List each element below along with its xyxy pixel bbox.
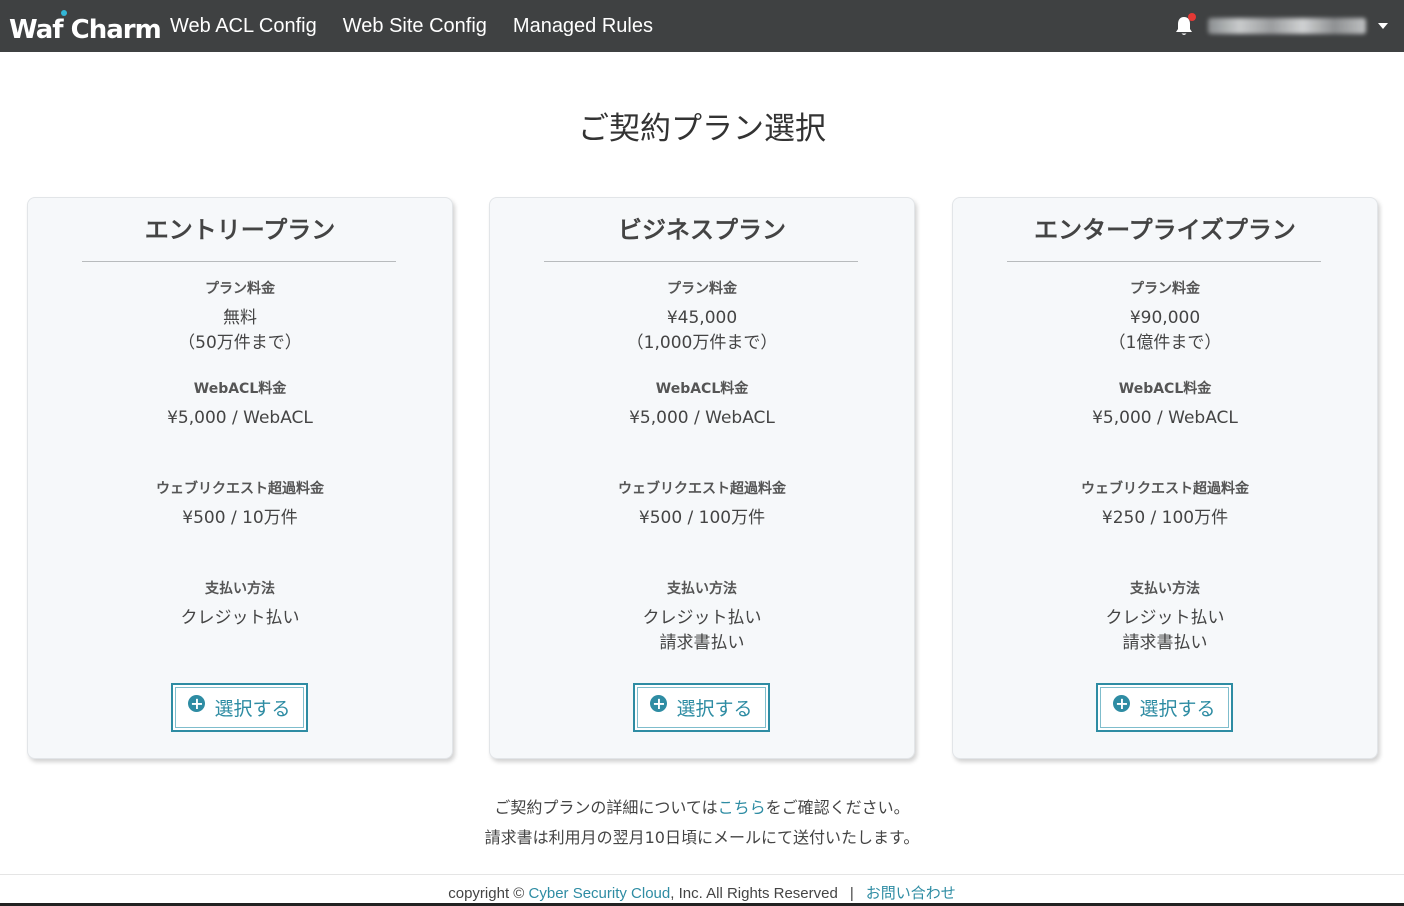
- footer-separator: |: [849, 885, 854, 902]
- brand-logo-dot: [61, 10, 67, 16]
- overage-label: ウェブリクエスト超過料金: [1081, 481, 1249, 497]
- divider: [544, 261, 858, 262]
- price-value: ¥90,000: [1129, 308, 1201, 328]
- overage-value: ¥500 / 100万件: [638, 508, 766, 528]
- plus-circle-icon: +: [188, 694, 206, 713]
- price-label: プラン料金: [205, 281, 275, 297]
- select-button-label: 選択する: [676, 698, 753, 720]
- webacl-value: ¥5,000 / WebACL: [629, 408, 775, 428]
- select-button-label: 選択する: [214, 698, 291, 720]
- brand-logo[interactable]: Waf Charm: [9, 10, 162, 47]
- plus-circle-icon: +: [1113, 694, 1131, 713]
- footer-divider: [0, 874, 1404, 875]
- webacl-label: WebACL料金: [193, 381, 287, 397]
- note-text-before: ご契約プランの詳細については: [494, 798, 718, 817]
- footer: copyright © Cyber Security Cloud, Inc. A…: [0, 882, 1404, 903]
- plan-card-business: ビジネスプラン プラン料金 ¥45,000 （1,000万件まで） WebACL…: [489, 197, 915, 759]
- select-plan-button[interactable]: + 選択する: [633, 683, 770, 732]
- rights-text: , Inc. All Rights Reserved: [670, 885, 838, 902]
- user-name-blurred[interactable]: [1208, 18, 1366, 34]
- overage-label: ウェブリクエスト超過料金: [156, 481, 324, 497]
- price-value: ¥45,000: [666, 308, 738, 328]
- plan-card-enterprise: エンタープライズプラン プラン料金 ¥90,000 （1億件まで） WebACL…: [952, 197, 1378, 759]
- top-navbar: Waf Charm Web ACL Config Web Site Config…: [0, 0, 1404, 52]
- price-value: 無料: [223, 308, 257, 328]
- copyright-text: copyright ©: [448, 885, 525, 902]
- plan-title: エントリープラン: [144, 216, 336, 244]
- webacl-label: WebACL料金: [655, 381, 749, 397]
- invoice-note: 請求書は利用月の翌月10日頃にメールにて送付いたします。: [484, 828, 920, 847]
- plan-details-note: ご契約プランの詳細についてはこちらをご確認ください。: [0, 794, 1404, 818]
- webacl-value: ¥5,000 / WebACL: [167, 408, 313, 428]
- plan-card-entry: エントリープラン プラン料金 無料 （50万件まで） WebACL料金 ¥5,0…: [27, 197, 453, 759]
- overage-value: ¥250 / 100万件: [1101, 508, 1229, 528]
- webacl-label: WebACL料金: [1118, 381, 1212, 397]
- plan-details-link[interactable]: こちら: [718, 798, 766, 817]
- note-text-after: をご確認ください。: [765, 798, 910, 817]
- divider: [82, 261, 396, 262]
- price-label: プラン料金: [1130, 281, 1200, 297]
- plan-title: ビジネスプラン: [618, 216, 786, 244]
- select-plan-button[interactable]: + 選択する: [171, 683, 308, 732]
- page-title: ご契約プラン選択: [578, 111, 826, 147]
- notification-dot: [1188, 13, 1196, 21]
- overage-value: ¥500 / 10万件: [182, 508, 298, 528]
- price-note: （1億件まで）: [1108, 333, 1222, 353]
- contact-link[interactable]: お問い合わせ: [866, 885, 956, 902]
- nav-link-web-site-config[interactable]: Web Site Config: [343, 15, 487, 38]
- chevron-down-icon[interactable]: [1378, 23, 1388, 29]
- payment-method-1: クレジット払い: [180, 608, 300, 628]
- select-plan-button[interactable]: + 選択する: [1096, 683, 1233, 732]
- payment-label: 支払い方法: [1130, 581, 1200, 597]
- payment-method-2: 請求書払い: [659, 633, 745, 653]
- main-nav: Web ACL Config Web Site Config Managed R…: [170, 0, 679, 52]
- webacl-value: ¥5,000 / WebACL: [1092, 408, 1238, 428]
- select-button-label: 選択する: [1139, 698, 1216, 720]
- payment-method-1: クレジット払い: [1105, 608, 1225, 628]
- price-note: （50万件まで）: [178, 333, 302, 353]
- overage-label: ウェブリクエスト超過料金: [618, 481, 786, 497]
- bell-icon[interactable]: [1174, 13, 1196, 37]
- plus-circle-icon: +: [650, 694, 668, 713]
- nav-link-managed-rules[interactable]: Managed Rules: [513, 15, 653, 38]
- nav-link-web-acl-config[interactable]: Web ACL Config: [170, 15, 317, 38]
- brand-logo-text: Waf Charm: [9, 15, 162, 45]
- user-area: [1174, 0, 1388, 52]
- payment-label: 支払い方法: [205, 581, 275, 597]
- price-note: （1,000万件まで）: [626, 333, 778, 353]
- payment-method-1: クレジット払い: [642, 608, 762, 628]
- company-link[interactable]: Cyber Security Cloud: [529, 885, 671, 902]
- divider: [1007, 261, 1321, 262]
- payment-method-2: 請求書払い: [1122, 633, 1208, 653]
- price-label: プラン料金: [667, 281, 737, 297]
- payment-label: 支払い方法: [667, 581, 737, 597]
- plan-title: エンタープライズプラン: [1034, 216, 1296, 244]
